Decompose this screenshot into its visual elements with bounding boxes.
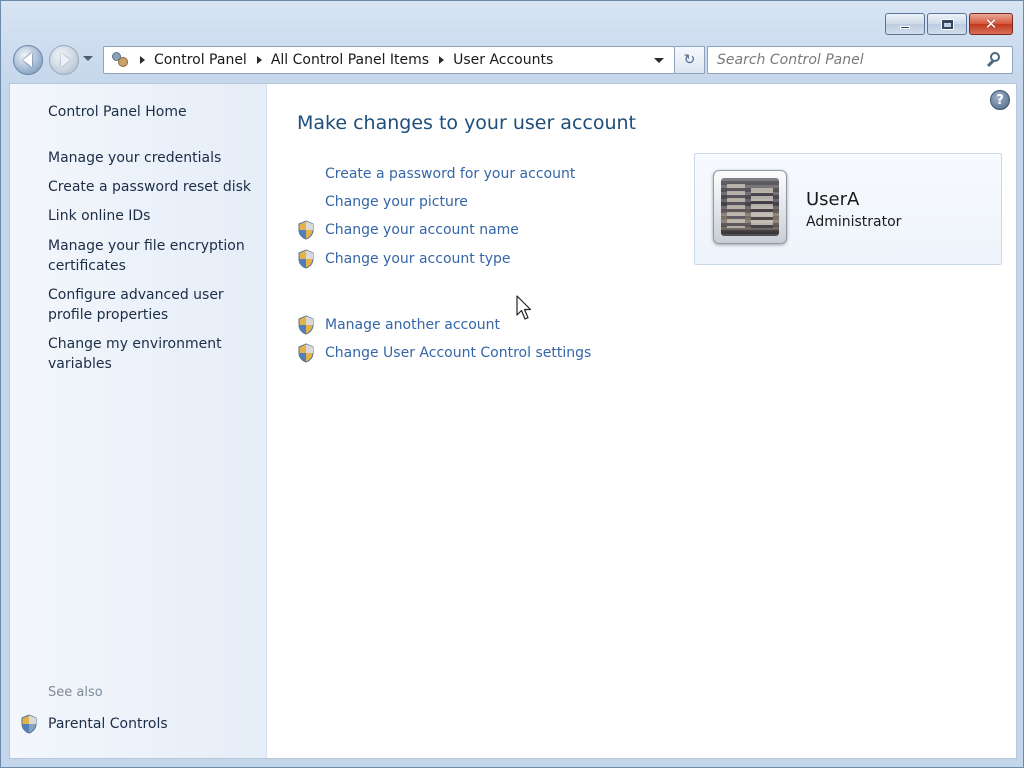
uac-shield-icon [297,249,315,269]
breadcrumb-separator-icon[interactable] [439,56,445,64]
user-account-tile: UserA Administrator [694,153,1002,265]
task-change-account-type[interactable]: Change your account type [297,249,510,269]
sidebar-item-advanced-profile[interactable]: Configure advanced user profile properti… [48,286,258,325]
task-label[interactable]: Change User Account Control settings [325,345,591,361]
uac-shield-icon [297,315,315,335]
avatar [713,170,787,244]
task-label[interactable]: Create a password for your account [325,166,575,182]
parental-controls-label[interactable]: Parental Controls [48,716,168,732]
sidebar-item-manage-credentials[interactable]: Manage your credentials [48,149,258,169]
sidebar-item-password-reset-disk[interactable]: Create a password reset disk [48,178,258,198]
back-button[interactable] [13,45,43,75]
caption-buttons: ✕ [885,13,1013,35]
refresh-button[interactable]: ↻ [675,46,705,74]
user-picture [721,178,779,236]
sidebar-item-environment-variables[interactable]: Change my environment variables [48,335,258,374]
task-create-password[interactable]: Create a password for your account [297,164,575,184]
search-input[interactable] [708,47,984,73]
forward-button[interactable] [49,45,79,75]
breadcrumb-control-panel[interactable]: Control Panel [154,52,247,68]
uac-shield-icon [297,343,315,363]
see-also-heading: See also [48,685,103,700]
sidebar-item-parental-controls[interactable]: Parental Controls [20,714,168,734]
search-icon[interactable] [984,49,1006,71]
minimize-icon [900,25,910,29]
content-area: Control Panel Home Manage your credentia… [9,83,1017,759]
help-icon[interactable]: ? [990,90,1010,110]
sidebar-item-link-online-ids[interactable]: Link online IDs [48,207,258,227]
sidebar-item-file-encryption[interactable]: Manage your file encryption certificates [48,237,258,276]
task-label[interactable]: Change your account type [325,251,510,267]
task-change-picture[interactable]: Change your picture [297,192,468,212]
task-label[interactable]: Manage another account [325,317,500,333]
refresh-icon: ↻ [683,52,696,68]
task-change-account-name[interactable]: Change your account name [297,220,519,240]
breadcrumb-user-accounts[interactable]: User Accounts [453,52,553,68]
task-change-uac-settings[interactable]: Change User Account Control settings [297,343,591,363]
task-manage-another-account[interactable]: Manage another account [297,315,500,335]
page-title: Make changes to your user account [297,112,637,134]
user-accounts-icon [110,51,130,69]
sidebar-control-panel-home[interactable]: Control Panel Home [48,103,258,123]
user-accounts-window: ✕ Control Panel All Control Panel Items … [0,0,1024,768]
search-box[interactable] [707,46,1013,74]
close-button[interactable]: ✕ [969,13,1013,35]
close-icon: ✕ [984,14,998,33]
address-bar[interactable]: Control Panel All Control Panel Items Us… [103,46,675,74]
breadcrumb-all-items[interactable]: All Control Panel Items [271,52,429,68]
recent-pages-dropdown[interactable] [83,56,93,61]
maximize-icon [941,19,953,29]
user-name: UserA [806,189,860,210]
user-role: Administrator [806,214,902,230]
address-dropdown-icon[interactable] [654,58,664,63]
uac-shield-icon [20,714,38,734]
uac-shield-icon [297,220,315,240]
navigation-bar: Control Panel All Control Panel Items Us… [11,43,1013,77]
back-arrow-icon [22,53,32,67]
task-label[interactable]: Change your picture [325,194,468,210]
breadcrumb-separator-icon[interactable] [140,56,145,64]
maximize-button[interactable] [927,13,967,35]
forward-arrow-icon [60,53,70,67]
sidebar: Control Panel Home Manage your credentia… [10,84,267,758]
task-label[interactable]: Change your account name [325,222,519,238]
minimize-button[interactable] [885,13,925,35]
breadcrumb-separator-icon[interactable] [256,56,262,64]
